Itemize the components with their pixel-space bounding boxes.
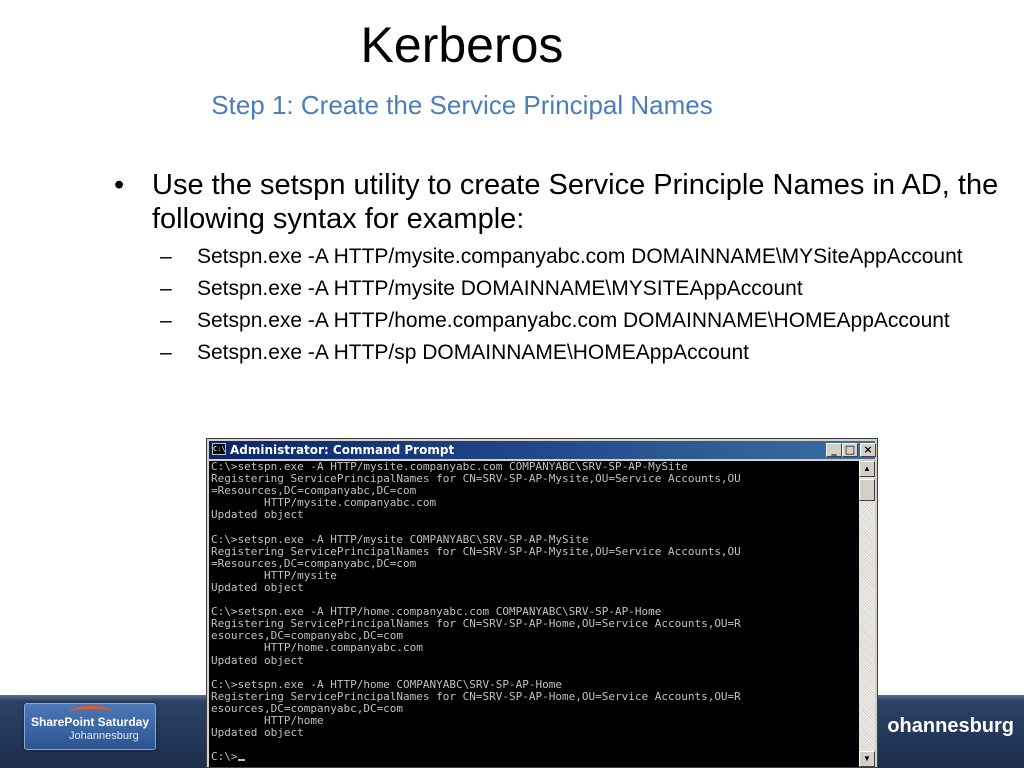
text-cursor xyxy=(237,759,245,762)
close-button[interactable]: × xyxy=(860,443,876,457)
scroll-up-button[interactable]: ▲ xyxy=(859,461,875,477)
slide-subtitle: Step 1: Create the Service Principal Nam… xyxy=(211,90,713,120)
console-line: HTTP/mysite.companyabc.com xyxy=(211,496,437,510)
console-line: C:\> xyxy=(209,751,859,763)
scroll-down-button[interactable]: ▼ xyxy=(859,751,875,767)
console-line: Updated object xyxy=(211,653,304,667)
sub-item: – Setspn.exe -A HTTP/mysite DOMAINNAME\M… xyxy=(152,276,1019,301)
sub-item-text: Setspn.exe -A HTTP/sp DOMAINNAME\HOMEApp… xyxy=(197,341,750,364)
sub-item: – Setspn.exe -A HTTP/sp DOMAINNAME\HOMEA… xyxy=(152,340,1019,365)
window-titlebar[interactable]: C:\ Administrator: Command Prompt _ □ × xyxy=(209,441,876,459)
sub-item-text: Setspn.exe -A HTTP/mysite DOMAINNAME\MYS… xyxy=(197,277,803,300)
sub-item: – Setspn.exe -A HTTP/home.companyabc.com… xyxy=(152,308,1019,333)
sub-item-text: Setspn.exe -A HTTP/mysite.companyabc.com… xyxy=(197,245,963,268)
sub-item-text: Setspn.exe -A HTTP/home.companyabc.com D… xyxy=(197,309,950,332)
console-line: C:\>setspn.exe -A HTTP/home COMPANYABC\S… xyxy=(211,677,562,691)
console-line: HTTP/home xyxy=(211,713,324,727)
window-title: Administrator: Command Prompt xyxy=(230,443,455,457)
console-line: HTTP/home.companyabc.com xyxy=(211,641,423,655)
command-prompt-window[interactable]: C:\ Administrator: Command Prompt _ □ × … xyxy=(206,438,878,768)
vertical-scrollbar[interactable]: ▲ ▼ xyxy=(859,461,875,767)
console-line: Updated object xyxy=(211,580,304,594)
logo-title: SharePoint Saturday xyxy=(31,715,150,729)
dash-icon: – xyxy=(160,341,172,364)
bullet-dot-icon: • xyxy=(114,169,125,201)
console-output[interactable]: C:\>setspn.exe -A HTTP/mysite.companyabc… xyxy=(209,461,859,767)
cmd-app-icon[interactable]: C:\ xyxy=(212,443,226,455)
sub-list: – Setspn.exe -A HTTP/mysite.companyabc.c… xyxy=(114,244,1019,365)
bullet-item: • Use the setspn utility to create Servi… xyxy=(114,168,1019,236)
slide-title: Kerberos xyxy=(360,17,564,73)
dash-icon: – xyxy=(160,309,172,332)
minimize-button[interactable]: _ xyxy=(826,443,842,457)
console-line: Updated object xyxy=(211,508,304,522)
footer-location-text: ohannesburg xyxy=(887,715,1014,737)
scroll-thumb[interactable] xyxy=(859,479,875,501)
bullet-list: • Use the setspn utility to create Servi… xyxy=(114,168,1019,372)
console-line: Updated object xyxy=(211,726,304,740)
logo-subtitle: Johannesburg xyxy=(69,730,139,742)
dash-icon: – xyxy=(160,245,172,268)
bullet-text: Use the setspn utility to create Service… xyxy=(152,169,999,235)
sharepoint-saturday-logo: SharePoint Saturday Johannesburg xyxy=(24,703,156,750)
console-line: HTTP/mysite xyxy=(211,568,337,582)
maximize-button[interactable]: □ xyxy=(842,443,858,457)
sub-item: – Setspn.exe -A HTTP/mysite.companyabc.c… xyxy=(152,244,1019,269)
console-line: Registering ServicePrincipalNames for CN… xyxy=(211,544,741,558)
dash-icon: – xyxy=(160,277,172,300)
console-line: C:\>setspn.exe -A HTTP/mysite COMPANYABC… xyxy=(211,532,589,546)
